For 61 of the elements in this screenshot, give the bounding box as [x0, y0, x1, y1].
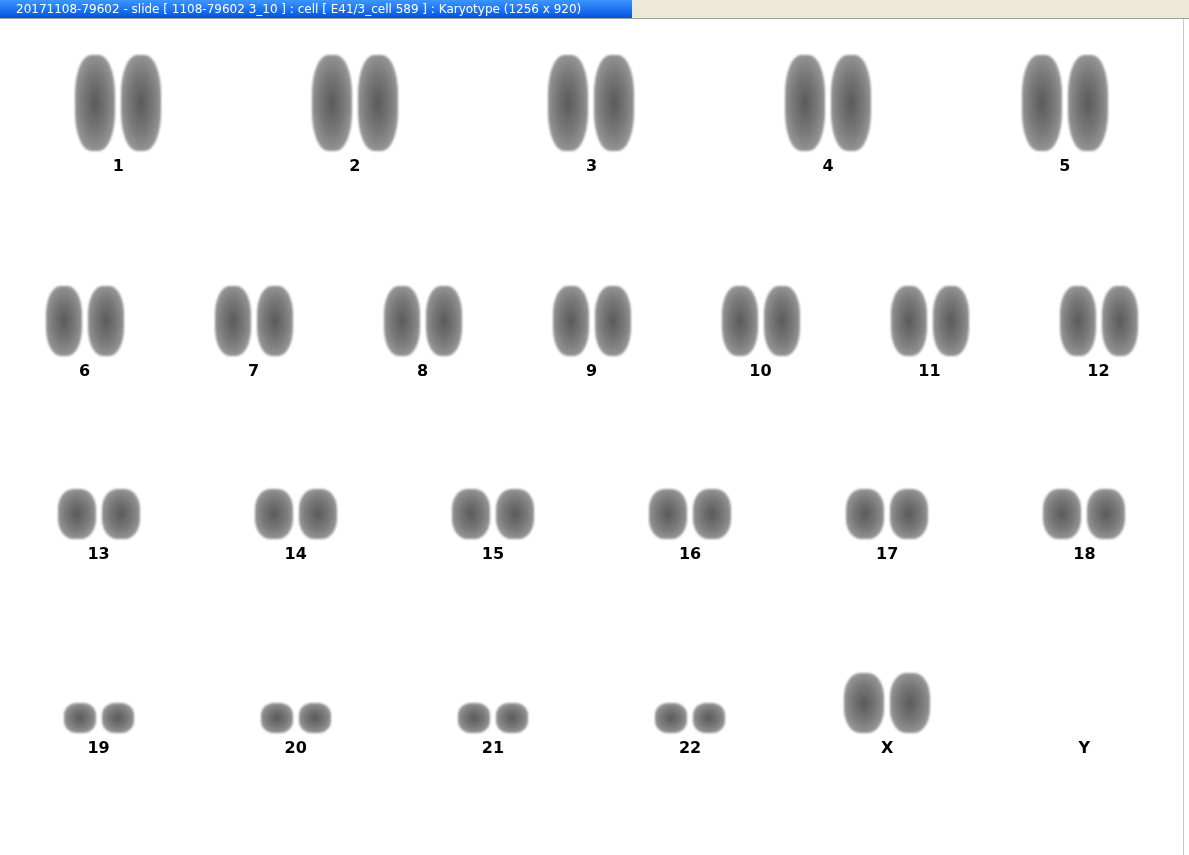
chromosome-image: [655, 703, 688, 733]
chromosome-label: 4: [822, 157, 834, 175]
chromosome-label: 3: [585, 157, 598, 175]
chromosome-image: [260, 703, 293, 733]
chromosome-label: 11: [918, 362, 941, 380]
chromosome-label: 10: [749, 362, 772, 380]
chromosome-image: [383, 286, 420, 356]
chromosome-image: [763, 286, 800, 356]
chromosome-label: 5: [1059, 157, 1071, 175]
chromosome-image: [101, 703, 134, 733]
chromosome-image: [846, 489, 885, 539]
chromosome-label: 9: [585, 362, 598, 380]
chromosome-image: [101, 489, 140, 539]
chromosome-image: [451, 489, 490, 539]
chromosome-image: [890, 489, 929, 539]
chromosome-image: [890, 286, 927, 356]
chromosome-image: [495, 703, 528, 733]
chromosome-image: [844, 673, 885, 733]
chromosome-image: [890, 673, 931, 733]
chromosome-image: [254, 489, 293, 539]
chromosome-image: [552, 286, 589, 356]
chromosome-image: [1101, 286, 1138, 356]
chromosome-label: 8: [416, 362, 429, 380]
chromosome-image: [1043, 489, 1082, 539]
window-title-tab[interactable]: 20171108-79602 - slide [ 1108-79602 3_10 ] : cell [ E41/3_cell 589 ] : Karyotype (1256 x 920): [0, 0, 632, 18]
chromosome-image: [495, 489, 534, 539]
chromosome-label: 13: [87, 545, 110, 563]
chromosome-image: [594, 286, 631, 356]
chromosome-image: [87, 286, 124, 356]
chromosome-label: X: [881, 739, 894, 757]
chromosome-image: [298, 703, 331, 733]
chromosome-image: [693, 703, 726, 733]
chromosome-image: [721, 286, 758, 356]
chromosome-label: 21: [481, 739, 505, 757]
chromosome-image: [63, 703, 96, 733]
chromosome-image: [256, 286, 293, 356]
chromosome-image: [649, 489, 688, 539]
chromosome-label: 1: [112, 157, 124, 175]
chromosome-label: 16: [678, 545, 702, 563]
chromosome-image: [1087, 489, 1126, 539]
chromosome-image: [45, 286, 82, 356]
chromosome-label: Y: [1078, 739, 1091, 757]
chromosome-label: 2: [349, 157, 361, 175]
chromosome-image: [457, 703, 490, 733]
chromosome-label: 22: [678, 739, 702, 757]
chromosome-image: [693, 489, 732, 539]
chromosome-image: [298, 489, 337, 539]
chromosome-label: 15: [481, 545, 505, 563]
chromosome-image: [214, 286, 251, 356]
chromosome-label: 6: [78, 362, 91, 380]
chromosome-image: [932, 286, 969, 356]
chromosome-label: 19: [87, 739, 110, 757]
chromosome-label: 12: [1087, 362, 1110, 380]
chromosome-label: 14: [284, 545, 307, 563]
chromosome-image: [1059, 286, 1096, 356]
chromosome-image: [57, 489, 96, 539]
chromosome-label: 20: [284, 739, 307, 757]
chromosome-label: 18: [1073, 545, 1096, 563]
chromosome-label: 17: [876, 545, 899, 563]
chromosome-label: 7: [247, 362, 260, 380]
chromosome-image: [425, 286, 462, 356]
